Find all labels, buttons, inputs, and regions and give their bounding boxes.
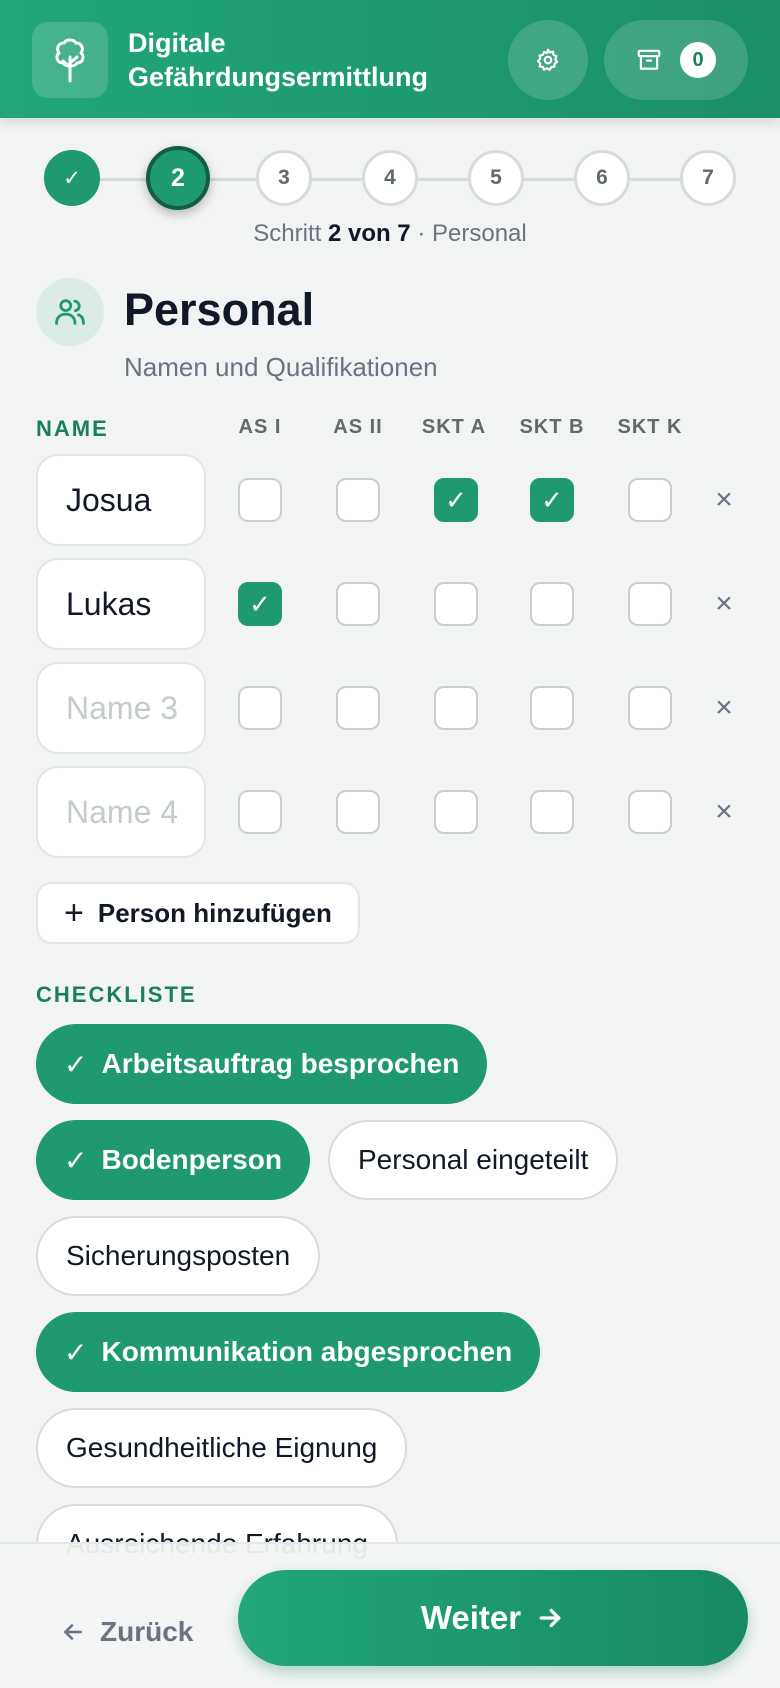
arrow-right-icon <box>539 1608 561 1628</box>
add-person-label: Person hinzufügen <box>97 897 332 928</box>
section-title: Personal <box>124 284 315 335</box>
archive-button[interactable]: 0 <box>604 20 748 100</box>
checkbox-row-2-skt-k[interactable] <box>628 582 672 626</box>
checklist-chip[interactable]: Gesundheitliche Eignung <box>36 1408 408 1488</box>
archive-count-badge: 0 <box>680 42 716 78</box>
checkbox-row-2-skt-a[interactable] <box>434 582 478 626</box>
section-subtitle: Namen und Qualifikationen <box>124 352 438 382</box>
checkbox-row-3-skt-b[interactable] <box>530 686 574 730</box>
plus-icon: + <box>64 894 84 932</box>
tree-logo-icon <box>32 22 108 98</box>
checklist-chip-label: Bodenperson <box>101 1144 282 1175</box>
step-caption-prefix: Schritt <box>253 220 322 247</box>
next-label: Weiter <box>420 1599 522 1636</box>
checkbox-row-1-skt-b[interactable]: ✓ <box>530 478 574 522</box>
footer-nav: Zurück Weiter <box>0 1542 780 1688</box>
step-caption-name: Personal <box>432 220 527 247</box>
checkbox-row-1-skt-k[interactable] <box>628 478 672 522</box>
app-title: Digitale Gefährdungsermittlung <box>128 28 429 92</box>
checkbox-row-3-as2[interactable] <box>336 686 380 730</box>
column-header-skt-k: SKT K <box>617 416 683 438</box>
app-header: Digitale Gefährdungsermittlung 0 <box>0 0 780 118</box>
name-input-row-3[interactable] <box>36 662 206 754</box>
name-input-row-2[interactable] <box>36 558 206 650</box>
checklist-chip-label: Personal eingeteilt <box>358 1144 589 1175</box>
archive-icon <box>637 49 661 70</box>
checkbox-row-3-skt-a[interactable] <box>434 686 478 730</box>
checkbox-row-1-skt-a[interactable]: ✓ <box>434 478 478 522</box>
step-6[interactable]: 6 <box>574 150 630 206</box>
checklist-heading: CHECKLISTE <box>36 982 197 1007</box>
column-header-skt-a: SKT A <box>421 416 487 438</box>
remove-row-2-icon[interactable]: × <box>712 584 736 624</box>
step-1[interactable]: ✓ <box>44 150 100 206</box>
checkbox-row-1-as2[interactable] <box>336 478 380 522</box>
add-person-button[interactable]: + Person hinzufügen <box>36 882 360 944</box>
checklist-chip-label: Sicherungsposten <box>66 1240 291 1271</box>
step-caption-current: 2 von 7 <box>327 220 411 247</box>
progress-stepper: ✓ 2 3 4 5 6 7 <box>0 140 780 210</box>
arrow-left-icon <box>64 1624 82 1640</box>
step-3[interactable]: 3 <box>256 150 312 206</box>
step-7[interactable]: 7 <box>680 150 736 206</box>
remove-row-3-icon[interactable]: × <box>712 688 736 728</box>
checkbox-row-1-as1[interactable] <box>238 478 282 522</box>
checklist-chip[interactable]: ✓ Arbeitsauftrag besprochen <box>36 1024 488 1104</box>
checkbox-row-2-as1[interactable]: ✓ <box>238 582 282 626</box>
step-2[interactable]: 2 <box>146 146 210 210</box>
check-icon: ✓ <box>64 1048 88 1080</box>
name-input-row-1[interactable] <box>36 454 206 546</box>
checkbox-row-3-as1[interactable] <box>238 686 282 730</box>
back-label: Zurück <box>100 1616 194 1647</box>
step-caption-separator: · <box>417 220 426 247</box>
step-5[interactable]: 5 <box>468 150 524 206</box>
checklist-chip[interactable]: Personal eingeteilt <box>328 1120 619 1200</box>
users-icon <box>36 278 104 346</box>
column-header-skt-b: SKT B <box>519 416 585 438</box>
checkbox-row-2-skt-b[interactable] <box>530 582 574 626</box>
checklist-chip[interactable]: Sicherungsposten <box>36 1216 321 1296</box>
step-4[interactable]: 4 <box>362 150 418 206</box>
gear-icon <box>536 48 559 71</box>
column-header-as1: AS I <box>238 416 282 438</box>
checklist-chip-label: Gesundheitliche Eignung <box>66 1432 378 1463</box>
column-header-as2: AS II <box>333 416 383 438</box>
check-icon: ✓ <box>64 1336 88 1368</box>
checklist-chip-label: Arbeitsauftrag besprochen <box>101 1048 460 1079</box>
next-button[interactable]: Weiter <box>238 1570 748 1666</box>
column-header-name: NAME <box>36 416 109 441</box>
checkbox-row-4-skt-a[interactable] <box>434 790 478 834</box>
remove-row-4-icon[interactable]: × <box>712 792 736 832</box>
check-icon: ✓ <box>64 1144 88 1176</box>
checklist-chip[interactable]: ✓ Kommunikation abgesprochen <box>36 1312 541 1392</box>
checklist-chip-label: Kommunikation abgesprochen <box>101 1336 513 1367</box>
checkbox-row-2-as2[interactable] <box>336 582 380 626</box>
step-caption: Schritt 2 von 7 · Personal <box>0 220 780 248</box>
settings-button[interactable] <box>508 20 588 100</box>
checkbox-row-4-skt-b[interactable] <box>530 790 574 834</box>
remove-row-1-icon[interactable]: × <box>712 480 736 520</box>
checkbox-row-4-as1[interactable] <box>238 790 282 834</box>
checkbox-row-3-skt-k[interactable] <box>628 686 672 730</box>
back-button[interactable]: Zurück <box>60 1616 193 1648</box>
checkbox-row-4-skt-k[interactable] <box>628 790 672 834</box>
checkbox-row-4-as2[interactable] <box>336 790 380 834</box>
checklist-chip[interactable]: ✓ Bodenperson <box>36 1120 310 1200</box>
name-input-row-4[interactable] <box>36 766 206 858</box>
